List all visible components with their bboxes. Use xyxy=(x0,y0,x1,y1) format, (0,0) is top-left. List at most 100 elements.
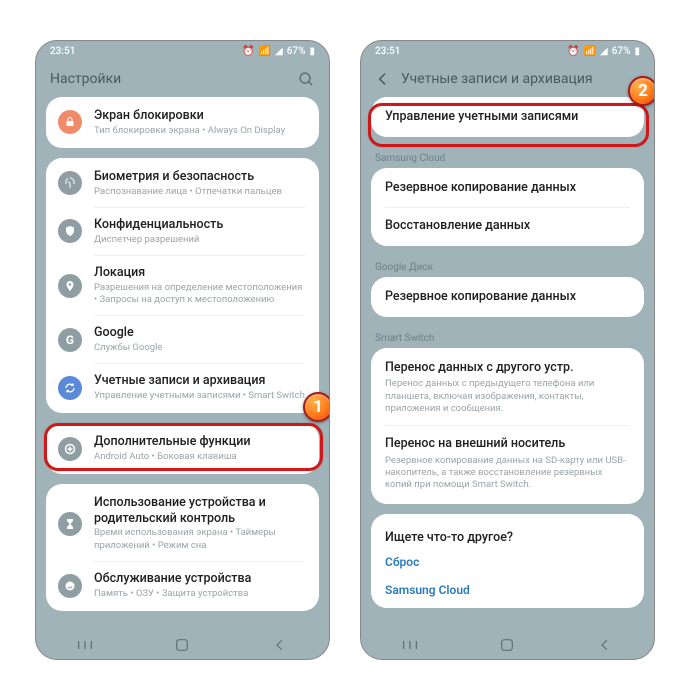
shield-icon xyxy=(58,219,82,243)
row-subtitle: Тип блокировки экрана • Always On Displa… xyxy=(94,125,307,137)
wifi-icon: 📶 xyxy=(584,46,596,57)
row-title: Google xyxy=(94,325,307,341)
row-title: Дополнительные функции xyxy=(94,434,307,450)
row-google[interactable]: G Google Службы Google xyxy=(46,316,319,363)
card: Перенос данных с другого устр. Перенос д… xyxy=(371,348,644,504)
row-title: Локация xyxy=(94,265,307,281)
row-manage-accounts[interactable]: Управление учетными записями xyxy=(371,99,644,135)
nav-recents[interactable] xyxy=(75,635,95,655)
section-google-drive: Google Диск xyxy=(371,256,644,277)
row-privacy[interactable]: Конфиденциальность Диспетчер разрешений xyxy=(46,208,319,255)
nav-home[interactable] xyxy=(172,635,192,655)
card: Экран блокировки Тип блокировки экрана •… xyxy=(46,97,319,148)
row-subtitle: Разрешения на определение местоположения… xyxy=(94,282,307,307)
card-other: Ищете что-то другое? Сброс Samsung Cloud xyxy=(371,514,644,608)
finger-icon xyxy=(58,171,82,195)
row-title: Резервное копирование данных xyxy=(385,289,630,305)
link-reset[interactable]: Сброс xyxy=(371,548,644,576)
settings-list[interactable]: Экран блокировки Тип блокировки экрана •… xyxy=(36,97,329,631)
page-title: Настройки xyxy=(50,71,298,87)
nav-home[interactable] xyxy=(497,635,517,655)
row-devicecare[interactable]: Обслуживание устройства Память • ОЗУ • З… xyxy=(46,562,319,609)
row-subtitle: Android Auto • Боковая клавиша xyxy=(94,451,307,463)
phone-left: 23:51 ⏰ 📶 ◢ 67% ▮ Настройки Экран блокир… xyxy=(35,40,330,660)
row-subtitle: Время использования экрана • Таймеры при… xyxy=(94,527,307,552)
card: Использование устройства и родительский … xyxy=(46,484,319,611)
pin-icon xyxy=(58,274,82,298)
status-right: ⏰ 📶 ◢ 67% ▮ xyxy=(242,46,315,57)
row-subtitle: Службы Google xyxy=(94,342,307,354)
row-lockscreen[interactable]: Экран блокировки Тип блокировки экрана •… xyxy=(46,99,319,146)
nav-bar xyxy=(36,631,329,659)
battery-icon: ▮ xyxy=(309,46,315,57)
status-time: 23:51 xyxy=(50,46,75,57)
page-title: Учетные записи и архивация xyxy=(401,71,640,87)
battery-icon: ▮ xyxy=(634,46,640,57)
section-smart-switch: Smart Switch xyxy=(371,327,644,348)
badge-1: 1 xyxy=(303,392,330,422)
row-subtitle: Перенос данных с предыдущего телефона ил… xyxy=(385,378,630,415)
hourglass-icon xyxy=(58,512,82,536)
row-title: Перенос на внешний носитель xyxy=(385,436,630,452)
row-transfer-ext[interactable]: Перенос на внешний носитель Резервное ко… xyxy=(371,426,644,501)
row-subtitle: Управление учетными записями • Smart Swi… xyxy=(94,390,307,402)
battery-text: 67% xyxy=(287,46,306,57)
google-icon: G xyxy=(58,328,82,352)
card: Управление учетными записями xyxy=(371,97,644,137)
row-subtitle: Диспетчер разрешений xyxy=(94,234,307,246)
header-right: Учетные записи и архивация xyxy=(361,61,654,97)
row-title: Ищете что-то другое? xyxy=(385,530,630,546)
section-samsung-cloud: Samsung Cloud xyxy=(371,147,644,168)
phone-right: 23:51 ⏰ 📶 ◢ 67% ▮ Учетные записи и архив… xyxy=(360,40,655,660)
link-samsung-cloud[interactable]: Samsung Cloud xyxy=(371,576,644,604)
row-title: Перенос данных с другого устр. xyxy=(385,360,630,376)
row-subtitle: Память • ОЗУ • Защита устройства xyxy=(94,588,307,600)
row-subtitle: Распознавание лица • Отпечатки пальцев xyxy=(94,186,307,198)
status-bar: 23:51 ⏰ 📶 ◢ 67% ▮ xyxy=(36,41,329,61)
battery-text: 67% xyxy=(612,46,631,57)
row-title: Конфиденциальность xyxy=(94,217,307,233)
signal-icon: ◢ xyxy=(600,46,608,57)
row-advanced[interactable]: Дополнительные функции Android Auto • Бо… xyxy=(46,425,319,472)
row-title: Восстановление данных xyxy=(385,218,630,234)
other-question: Ищете что-то другое? xyxy=(371,520,644,548)
care-icon xyxy=(58,574,82,598)
nav-back[interactable] xyxy=(270,635,290,655)
alarm-icon: ⏰ xyxy=(567,46,579,57)
row-biometrics[interactable]: Биометрия и безопасность Распознавание л… xyxy=(46,160,319,207)
row-title: Управление учетными записями xyxy=(385,109,630,125)
search-icon[interactable] xyxy=(298,71,315,88)
back-button[interactable] xyxy=(375,71,391,87)
lock-icon xyxy=(58,110,82,134)
row-title: Экран блокировки xyxy=(94,108,307,124)
row-title: Резервное копирование данных xyxy=(385,180,630,196)
status-right: ⏰ 📶 ◢ 67% ▮ xyxy=(567,46,640,57)
card: Резервное копирование данных xyxy=(371,277,644,317)
row-backup-gd[interactable]: Резервное копирование данных xyxy=(371,279,644,315)
card: Биометрия и безопасность Распознавание л… xyxy=(46,158,319,413)
accounts-list[interactable]: Управление учетными записями Samsung Clo… xyxy=(361,97,654,631)
row-title: Обслуживание устройства xyxy=(94,571,307,587)
row-title: Биометрия и безопасность xyxy=(94,169,307,185)
card: Резервное копирование данных Восстановле… xyxy=(371,168,644,246)
row-backup-sc[interactable]: Резервное копирование данных xyxy=(371,170,644,206)
header-left: Настройки xyxy=(36,61,329,97)
row-title: Учетные записи и архивация xyxy=(94,373,307,389)
wifi-icon: 📶 xyxy=(259,46,271,57)
row-subtitle: Резервное копирование данных на SD-карту… xyxy=(385,455,630,492)
status-time: 23:51 xyxy=(375,46,400,57)
row-restore-sc[interactable]: Восстановление данных xyxy=(371,208,644,244)
card: Дополнительные функции Android Auto • Бо… xyxy=(46,423,319,474)
signal-icon: ◢ xyxy=(275,46,283,57)
plus-icon xyxy=(58,437,82,461)
row-wellbeing[interactable]: Использование устройства и родительский … xyxy=(46,486,319,561)
row-transfer-from[interactable]: Перенос данных с другого устр. Перенос д… xyxy=(371,350,644,425)
row-accounts[interactable]: Учетные записи и архивация Управление уч… xyxy=(46,364,319,411)
badge-2: 2 xyxy=(628,76,655,106)
row-location[interactable]: Локация Разрешения на определение местоп… xyxy=(46,256,319,315)
nav-back[interactable] xyxy=(595,635,615,655)
nav-recents[interactable] xyxy=(400,635,420,655)
status-bar: 23:51 ⏰ 📶 ◢ 67% ▮ xyxy=(361,41,654,61)
alarm-icon: ⏰ xyxy=(242,46,254,57)
row-title: Использование устройства и родительский … xyxy=(94,495,307,526)
